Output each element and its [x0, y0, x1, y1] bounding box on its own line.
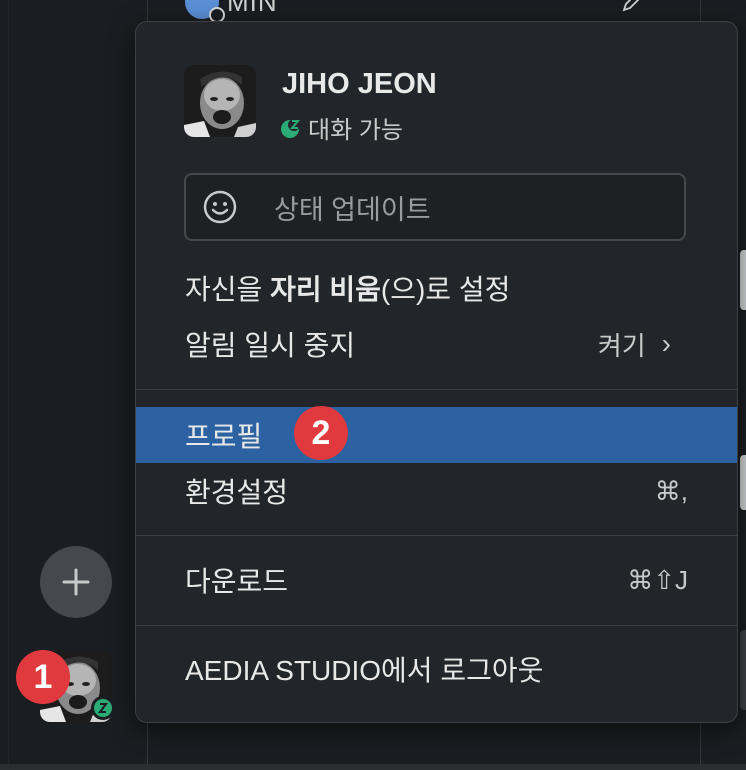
smiley-icon [202, 189, 238, 225]
app-window: MIN JIHO JEON 대화 가능 상태 업데이트 자신을 자리 비움 (으… [0, 0, 746, 770]
annotation-badge-1: 1 [16, 650, 70, 704]
menu-divider [136, 389, 737, 390]
logout-label: AEDIA STUDIO에서 로그아웃 [185, 655, 544, 686]
preferences-label: 환경설정 [185, 477, 289, 508]
away-status-icon [91, 696, 115, 720]
download-label: 다운로드 [185, 566, 289, 597]
menu-divider [136, 625, 737, 626]
plus-icon [62, 568, 90, 596]
away-suffix: (으)로 설정 [380, 274, 511, 305]
status-update-field[interactable]: 상태 업데이트 [184, 173, 686, 241]
set-away-item[interactable]: 자신을 자리 비움 (으)로 설정 [136, 260, 737, 316]
preferences-item[interactable]: 환경설정 ⌘, [136, 463, 737, 519]
menu-divider [136, 535, 737, 536]
edit-icon[interactable] [620, 0, 644, 14]
bottom-border [0, 764, 746, 770]
preferences-shortcut: ⌘, [654, 475, 688, 506]
status-placeholder: 상태 업데이트 [274, 194, 431, 225]
side-tab [740, 630, 746, 710]
profile-menu: JIHO JEON 대화 가능 상태 업데이트 자신을 자리 비움 (으)로 설… [135, 21, 738, 723]
user-name: JIHO JEON [282, 68, 437, 100]
dm-avatar [185, 0, 225, 23]
dm-row[interactable]: MIN [185, 0, 278, 23]
status-text: 대화 가능 [308, 117, 403, 144]
side-tab [740, 455, 746, 510]
dm-name: MIN [227, 0, 278, 17]
annotation-badge-2: 2 [294, 406, 348, 460]
away-bold: 자리 비움 [270, 274, 381, 305]
rail-edge [8, 0, 9, 770]
away-prefix: 자신을 [185, 274, 271, 305]
download-shortcut: ⌘⇧J [627, 564, 688, 595]
menu-avatar [184, 65, 256, 137]
profile-item[interactable]: 프로필 [136, 407, 737, 463]
away-status-icon [281, 118, 301, 138]
pause-label: 알림 일시 중지 [185, 330, 356, 361]
download-item[interactable]: 다운로드 ⌘⇧J [136, 552, 737, 608]
profile-label: 프로필 [185, 421, 263, 452]
user-status: 대화 가능 [280, 110, 403, 145]
chevron-right-icon: › [661, 328, 671, 359]
add-workspace-button[interactable] [40, 546, 112, 618]
logout-item[interactable]: AEDIA STUDIO에서 로그아웃 [136, 641, 737, 697]
side-tab [740, 250, 746, 310]
pause-value: 켜기 [597, 330, 646, 361]
pause-notifications-item[interactable]: 알림 일시 중지 켜기 › [136, 316, 737, 372]
